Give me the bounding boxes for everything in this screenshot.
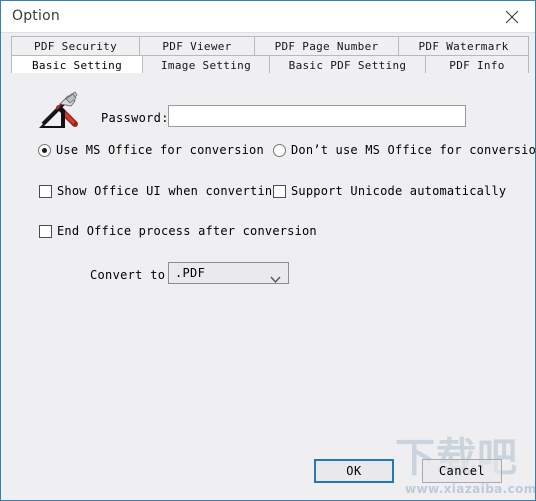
- tab-label: Basic PDF Setting: [288, 59, 407, 72]
- checkbox-label: Support Unicode automatically: [291, 184, 507, 198]
- convert-to-label: Convert to:: [90, 268, 173, 282]
- window-title: Option: [12, 8, 60, 24]
- ok-button[interactable]: OK: [314, 459, 394, 483]
- close-button[interactable]: [489, 1, 535, 32]
- tools-icon: [35, 90, 83, 134]
- cancel-button-label: Cancel: [438, 464, 486, 478]
- tab-pdf-page-number[interactable]: PDF Page Number: [255, 37, 399, 56]
- tab-strip: PDF Security PDF Viewer PDF Page Number …: [1, 33, 535, 75]
- basic-setting-panel: Password: Use MS Office for conversion D…: [11, 73, 535, 483]
- tab-row-bottom: Basic Setting Image Setting Basic PDF Se…: [11, 55, 529, 75]
- tab-label: PDF Info: [449, 59, 505, 72]
- tab-label: PDF Page Number: [274, 40, 379, 53]
- tab-label: Basic Setting: [32, 59, 122, 72]
- tab-pdf-viewer[interactable]: PDF Viewer: [140, 37, 255, 56]
- ok-button-label: OK: [346, 464, 362, 478]
- radio-indicator: [273, 143, 286, 157]
- convert-to-value: .PDF: [175, 266, 206, 280]
- close-icon: [505, 10, 519, 24]
- title-bar: Option: [1, 1, 535, 33]
- password-input[interactable]: [168, 105, 466, 127]
- tab-pdf-watermark[interactable]: PDF Watermark: [399, 37, 528, 56]
- checkbox-end-office-process[interactable]: End Office process after conversion: [39, 224, 317, 238]
- watermark-url-text: www.xiazaiba.com: [405, 482, 536, 496]
- tab-label: PDF Watermark: [418, 40, 509, 53]
- checkbox-indicator: [39, 184, 52, 198]
- tab-pdf-security[interactable]: PDF Security: [12, 37, 140, 56]
- radio-label: Don’t use MS Office for conversion: [291, 143, 536, 157]
- cancel-button[interactable]: Cancel: [422, 459, 502, 483]
- checkbox-indicator: [273, 184, 286, 198]
- radio-use-ms-office[interactable]: Use MS Office for conversion: [38, 143, 264, 157]
- tab-label: Image Setting: [161, 59, 251, 72]
- checkbox-support-unicode[interactable]: Support Unicode automatically: [273, 184, 506, 198]
- checkbox-label: Show Office UI when converting: [57, 184, 280, 198]
- checkbox-label: End Office process after conversion: [57, 224, 317, 238]
- password-label: Password:: [101, 111, 169, 125]
- option-dialog-window: Option PDF Security PDF Viewer PDF Page …: [0, 0, 536, 501]
- tab-row-top: PDF Security PDF Viewer PDF Page Number …: [11, 36, 529, 56]
- checkbox-show-office-ui[interactable]: Show Office UI when converting: [39, 184, 280, 198]
- checkbox-indicator: [39, 224, 52, 238]
- convert-to-select[interactable]: .PDF: [168, 262, 289, 284]
- radio-label: Use MS Office for conversion: [56, 143, 264, 157]
- chevron-down-icon: [270, 269, 281, 288]
- radio-dont-use-ms-office[interactable]: Don’t use MS Office for conversion: [273, 143, 536, 157]
- tab-label: PDF Viewer: [162, 40, 232, 53]
- tab-label: PDF Security: [33, 40, 118, 53]
- radio-indicator: [38, 143, 51, 157]
